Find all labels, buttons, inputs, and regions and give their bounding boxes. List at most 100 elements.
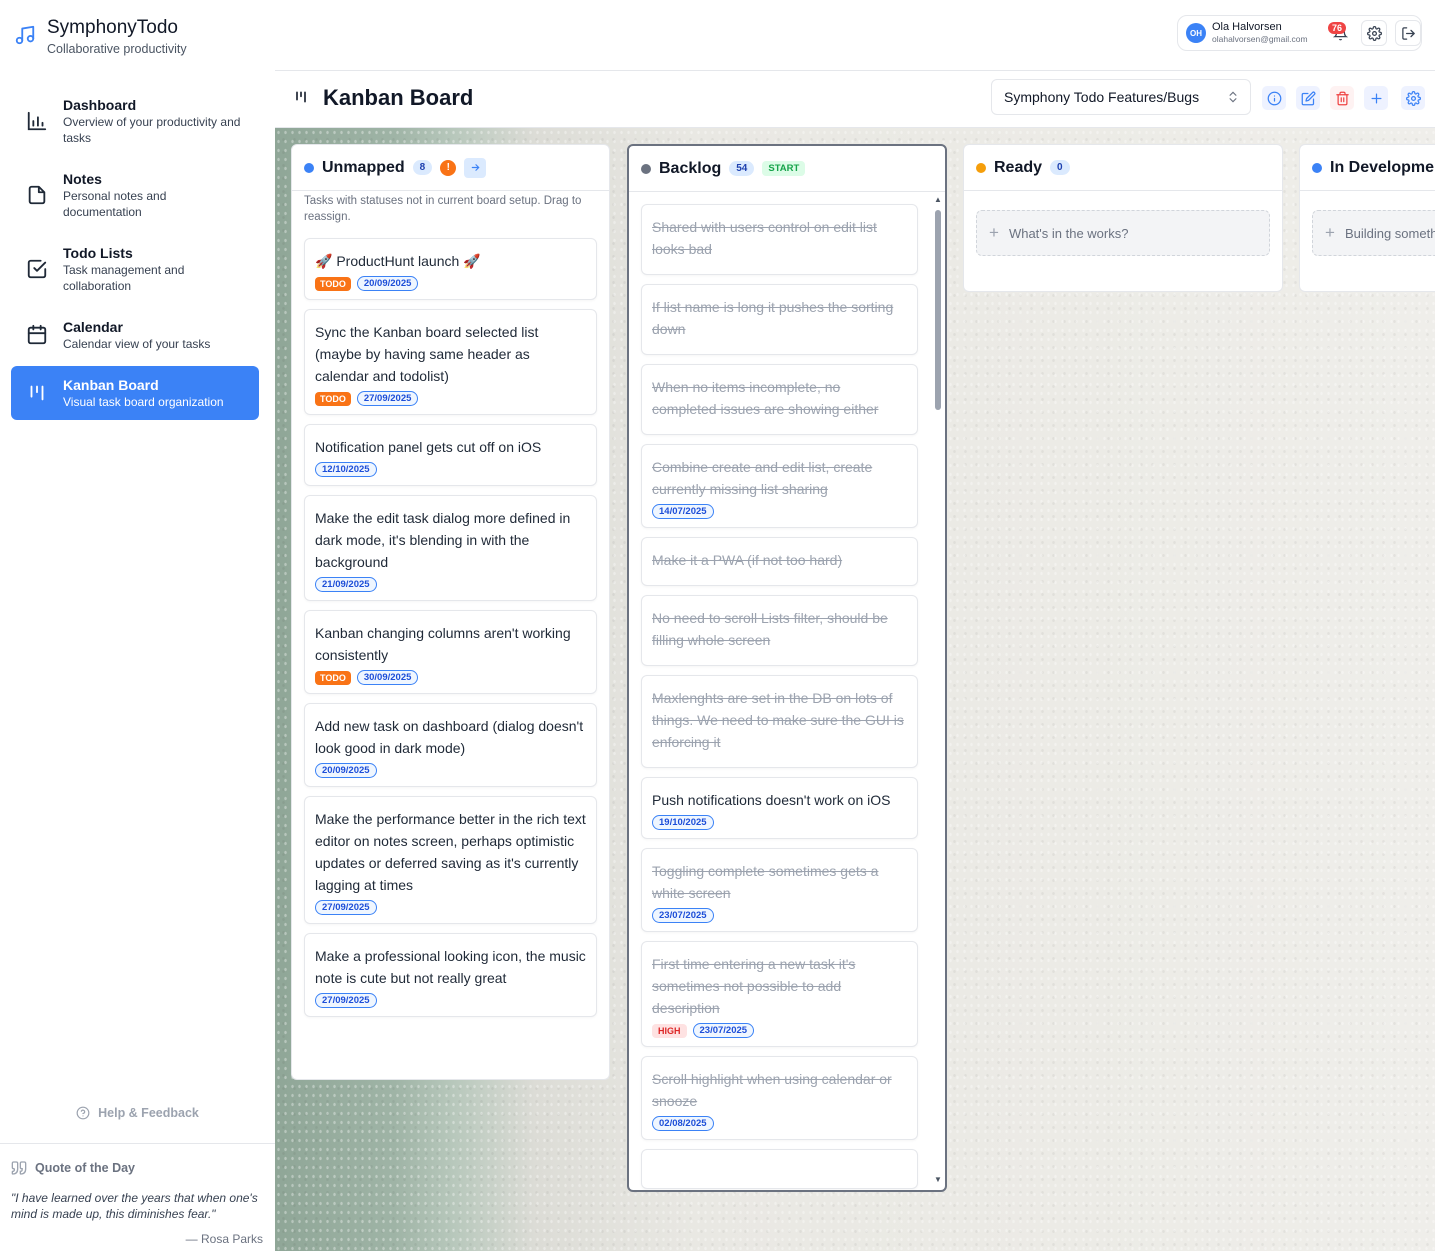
add-task-button[interactable]: + What's in the works? [976, 210, 1270, 256]
task-title: Make the edit task dialog more defined i… [315, 510, 571, 570]
column-count-badge: 0 [1050, 160, 1070, 175]
add-task-button[interactable]: + Building something? [1312, 210, 1435, 256]
plus-icon: + [1325, 223, 1335, 242]
sidebar-item-subtitle: Overview of your productivity and tasks [63, 115, 241, 145]
task-card[interactable]: Make it a PWA (if not too hard) [641, 537, 918, 586]
add-task-placeholder: Building something? [1344, 225, 1435, 241]
column-backlog: Backlog 54 START Shared with users contr… [627, 144, 947, 1192]
due-date-badge: 12/10/2025 [315, 462, 377, 477]
delete-list-button[interactable] [1330, 86, 1354, 110]
due-date-badge: 23/07/2025 [652, 908, 714, 923]
file-icon [28, 185, 46, 205]
column-header: Unmapped 8 ! [292, 145, 609, 191]
logout-icon [1401, 26, 1415, 40]
reassign-arrow-button[interactable] [464, 157, 487, 178]
task-title: Push notifications doesn't work on iOS [652, 792, 891, 808]
sidebar-item-kanban-board[interactable]: Kanban Board Visual task board organizati… [11, 366, 259, 420]
sidebar-item-calendar[interactable]: Calendar Calendar view of your tasks [11, 308, 259, 362]
sidebar-item-notes[interactable]: Notes Personal notes and documentation [11, 160, 259, 230]
task-card[interactable]: Add new task on dashboard (dialog doesn'… [304, 703, 597, 787]
sidebar-item-subtitle: Calendar view of your tasks [63, 337, 211, 351]
help-feedback-link[interactable]: Help & Feedback [0, 1106, 275, 1120]
sidebar-item-todo-lists[interactable]: Todo Lists Task management and collaborat… [11, 234, 259, 304]
user-menu[interactable]: OH Ola Halvorsen olahalvorsen@gmail.com … [1177, 15, 1422, 51]
info-icon [1267, 91, 1281, 105]
task-title: If list name is long it pushes the sorti… [652, 299, 894, 337]
task-tags: 20/09/2025 [315, 763, 586, 778]
help-circle-icon [76, 1106, 90, 1120]
top-bar: OH Ola Halvorsen olahalvorsen@gmail.com … [275, 0, 1435, 71]
list-selector-value: Symphony Todo Features/Bugs [1004, 89, 1200, 105]
task-card[interactable]: Push notifications doesn't work on iOS 1… [641, 777, 918, 839]
task-card[interactable]: Scroll highlight when using calendar or … [641, 1056, 918, 1140]
task-tags: HIGH 23/07/2025 [652, 1023, 907, 1038]
task-tags: 12/10/2025 [315, 462, 586, 477]
task-tags: 14/07/2025 [652, 504, 907, 519]
sidebar: SymphonyTodo Collaborative productivity … [0, 0, 275, 1251]
task-card[interactable]: No need to scroll Lists filter, should b… [641, 595, 918, 666]
task-title: Shared with users control on edit list l… [652, 219, 877, 257]
status-badge: TODO [315, 670, 351, 685]
notification-count-badge: 76 [1328, 22, 1347, 34]
logout-button[interactable] [1395, 20, 1421, 46]
task-tags: 02/08/2025 [652, 1116, 907, 1131]
column-title: Backlog [659, 159, 722, 177]
sidebar-item-title: Notes [63, 171, 102, 187]
task-card[interactable]: Kanban changing columns aren't working c… [304, 610, 597, 694]
task-card[interactable]: Maxlenghts are set in the DB on lots of … [641, 675, 918, 768]
scrollbar-thumb[interactable] [935, 210, 941, 410]
avatar: OH [1186, 23, 1206, 43]
list-info-button[interactable] [1262, 86, 1286, 110]
column-in-development: In Development + Building something? [1299, 144, 1435, 292]
check-square-icon [27, 259, 47, 279]
task-card[interactable]: Make the performance better in the rich … [304, 796, 597, 924]
task-card[interactable]: Make a professional looking icon, the mu… [304, 933, 597, 1017]
settings-button[interactable] [1361, 20, 1387, 46]
sidebar-item-subtitle: Visual task board organization [63, 395, 224, 409]
edit-list-button[interactable] [1296, 86, 1320, 110]
column-scrollbar[interactable]: ▲ ▼ [934, 196, 942, 1184]
task-card[interactable]: Notification panel gets cut off on iOS 1… [304, 424, 597, 486]
scroll-down-arrow-icon[interactable]: ▼ [934, 1176, 942, 1184]
app-tagline: Collaborative productivity [47, 42, 187, 56]
quote-author: — Rosa Parks [185, 1232, 263, 1246]
task-card[interactable] [641, 1149, 918, 1189]
task-card[interactable]: First time entering a new task it's some… [641, 941, 918, 1047]
gear-icon [1405, 90, 1421, 106]
brand[interactable]: SymphonyTodo Collaborative productivity [14, 16, 187, 57]
add-list-button[interactable] [1364, 86, 1388, 110]
sidebar-item-subtitle: Personal notes and documentation [63, 189, 167, 219]
due-date-badge: 23/07/2025 [692, 1023, 755, 1038]
task-card[interactable]: 🚀 ProductHunt launch 🚀 TODO 20/09/2025 [304, 238, 597, 300]
board-settings-button[interactable] [1401, 86, 1425, 110]
quote-of-the-day: Quote of the Day "I have learned over th… [0, 1143, 275, 1246]
plus-icon: + [989, 223, 999, 242]
sidebar-item-dashboard[interactable]: Dashboard Overview of your productivity a… [11, 86, 259, 156]
status-badge: TODO [315, 391, 351, 406]
task-card[interactable]: Make the edit task dialog more defined i… [304, 495, 597, 601]
list-selector[interactable]: Symphony Todo Features/Bugs [991, 79, 1251, 115]
due-date-badge: 14/07/2025 [652, 504, 714, 519]
card-list: Shared with users control on edit list l… [629, 204, 945, 1189]
notifications-button[interactable]: 76 [1327, 20, 1353, 46]
due-date-badge: 27/09/2025 [315, 993, 377, 1008]
task-card[interactable]: Sync the Kanban board selected list (may… [304, 309, 597, 415]
column-header: Ready 0 [964, 145, 1282, 191]
scroll-up-arrow-icon[interactable]: ▲ [934, 196, 942, 204]
task-card[interactable]: Combine create and edit list, create cur… [641, 444, 918, 528]
column-title: Unmapped [322, 158, 405, 176]
column-status-dot [1312, 162, 1322, 173]
arrow-right-icon [471, 164, 480, 171]
due-date-badge: 27/09/2025 [315, 900, 377, 915]
task-card[interactable]: Shared with users control on edit list l… [641, 204, 918, 275]
calendar-icon [27, 324, 47, 345]
task-card[interactable]: Toggling complete sometimes gets a white… [641, 848, 918, 932]
task-title: Make the performance better in the rich … [315, 811, 586, 893]
task-card[interactable]: If list name is long it pushes the sorti… [641, 284, 918, 355]
column-status-dot [976, 162, 986, 173]
column-status-dot [641, 163, 651, 174]
due-date-badge: 21/09/2025 [315, 577, 377, 592]
edit-icon [1301, 91, 1315, 105]
sidebar-item-title: Dashboard [63, 97, 137, 113]
task-card[interactable]: When no items incomplete, no completed i… [641, 364, 918, 435]
